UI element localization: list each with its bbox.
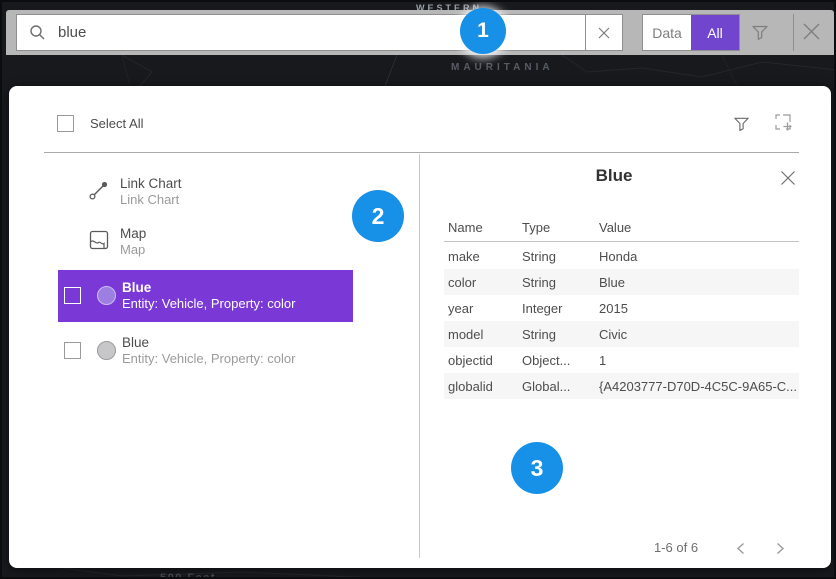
cell-name: make bbox=[444, 249, 522, 264]
cell-type: Global... bbox=[522, 379, 599, 394]
cell-value: Civic bbox=[599, 327, 799, 342]
app-window: WESTERN MAURITANIA 500 Feet Data All bbox=[0, 0, 836, 579]
panel-header-divider bbox=[44, 152, 799, 153]
cell-value: Blue bbox=[599, 275, 799, 290]
panel-vertical-divider bbox=[419, 154, 420, 558]
result-title: Map bbox=[120, 226, 146, 242]
cell-name: color bbox=[444, 275, 522, 290]
cell-name: objectid bbox=[444, 353, 522, 368]
filter-funnel-icon bbox=[750, 22, 770, 42]
result-item-map[interactable]: Map Map bbox=[44, 226, 364, 260]
table-row: objectid Object... 1 bbox=[444, 347, 799, 373]
cell-value: 1 bbox=[599, 353, 799, 368]
table-row: year Integer 2015 bbox=[444, 295, 799, 321]
attribute-table: Name Type Value make String Honda color … bbox=[444, 216, 799, 399]
table-row: model String Civic bbox=[444, 321, 799, 347]
cell-type: String bbox=[522, 327, 599, 342]
cell-value: 2015 bbox=[599, 301, 799, 316]
map-scale-label: 500 Feet bbox=[160, 572, 216, 579]
chevron-right-icon bbox=[776, 542, 785, 555]
callout-badge-1: 1 bbox=[460, 8, 506, 54]
result-subtitle: Link Chart bbox=[120, 192, 182, 208]
toggle-option-data[interactable]: Data bbox=[643, 15, 691, 50]
column-header-name: Name bbox=[444, 220, 522, 235]
result-subtitle: Entity: Vehicle, Property: color bbox=[122, 296, 295, 312]
result-title: Blue bbox=[122, 280, 295, 296]
scope-toggle: Data All bbox=[642, 14, 740, 51]
clear-x-icon bbox=[598, 27, 610, 39]
cell-type: String bbox=[522, 249, 599, 264]
cell-type: Object... bbox=[522, 353, 599, 368]
cell-type: Integer bbox=[522, 301, 599, 316]
pagination: 1-6 of 6 bbox=[609, 537, 809, 559]
callout-badge-3: 3 bbox=[511, 442, 563, 494]
cell-value: Honda bbox=[599, 249, 799, 264]
toggle-option-all[interactable]: All bbox=[691, 15, 739, 50]
pagination-label: 1-6 of 6 bbox=[654, 540, 698, 555]
result-item-link-chart[interactable]: Link Chart Link Chart bbox=[44, 176, 364, 210]
cell-name: model bbox=[444, 327, 522, 342]
close-search-button[interactable] bbox=[799, 19, 823, 43]
detail-close-button[interactable] bbox=[777, 167, 799, 189]
search-toolbar: Data All bbox=[6, 10, 834, 55]
cell-name: globalid bbox=[444, 379, 522, 394]
detail-title: Blue bbox=[444, 166, 784, 186]
panel-filter-button[interactable] bbox=[730, 112, 752, 134]
add-box-icon bbox=[773, 112, 794, 133]
pagination-prev-button[interactable] bbox=[729, 537, 751, 559]
result-title: Link Chart bbox=[120, 176, 182, 192]
entity-circle-icon bbox=[97, 341, 116, 360]
chevron-left-icon bbox=[736, 542, 745, 555]
table-header-divider bbox=[444, 241, 799, 242]
result-item-blue[interactable]: Blue Entity: Vehicle, Property: color bbox=[58, 328, 353, 374]
close-icon bbox=[802, 22, 821, 41]
close-icon bbox=[780, 170, 796, 186]
search-icon bbox=[29, 24, 46, 41]
filter-funnel-icon bbox=[732, 114, 751, 133]
result-checkbox[interactable] bbox=[64, 342, 81, 359]
result-title: Blue bbox=[122, 335, 295, 351]
column-header-value: Value bbox=[599, 220, 799, 235]
table-header-row: Name Type Value bbox=[444, 216, 799, 238]
map-icon bbox=[88, 229, 110, 251]
result-subtitle: Entity: Vehicle, Property: color bbox=[122, 351, 295, 367]
result-subtitle: Map bbox=[120, 242, 146, 258]
result-checkbox[interactable] bbox=[64, 287, 81, 304]
toolbar-divider bbox=[793, 14, 794, 51]
callout-badge-2: 2 bbox=[352, 190, 404, 242]
map-label-mauritania: MAURITANIA bbox=[451, 62, 554, 73]
entity-circle-icon bbox=[97, 286, 116, 305]
filter-button[interactable] bbox=[748, 20, 772, 44]
results-panel: Select All Link Chart Link Chart bbox=[9, 86, 831, 568]
select-all-label: Select All bbox=[90, 116, 143, 131]
table-row: color String Blue bbox=[444, 269, 799, 295]
add-selection-button[interactable] bbox=[772, 111, 794, 133]
search-clear-button[interactable] bbox=[586, 14, 623, 51]
cell-name: year bbox=[444, 301, 522, 316]
column-header-type: Type bbox=[522, 220, 599, 235]
result-item-blue-selected[interactable]: Blue Entity: Vehicle, Property: color bbox=[58, 270, 353, 322]
cell-value: {A4203777-D70D-4C5C-9A65-C... bbox=[599, 379, 799, 394]
table-row: make String Honda bbox=[444, 243, 799, 269]
pagination-next-button[interactable] bbox=[769, 537, 791, 559]
cell-type: String bbox=[522, 275, 599, 290]
select-all-checkbox[interactable] bbox=[57, 115, 74, 132]
table-row: globalid Global... {A4203777-D70D-4C5C-9… bbox=[444, 373, 799, 399]
link-chart-icon bbox=[88, 179, 110, 201]
